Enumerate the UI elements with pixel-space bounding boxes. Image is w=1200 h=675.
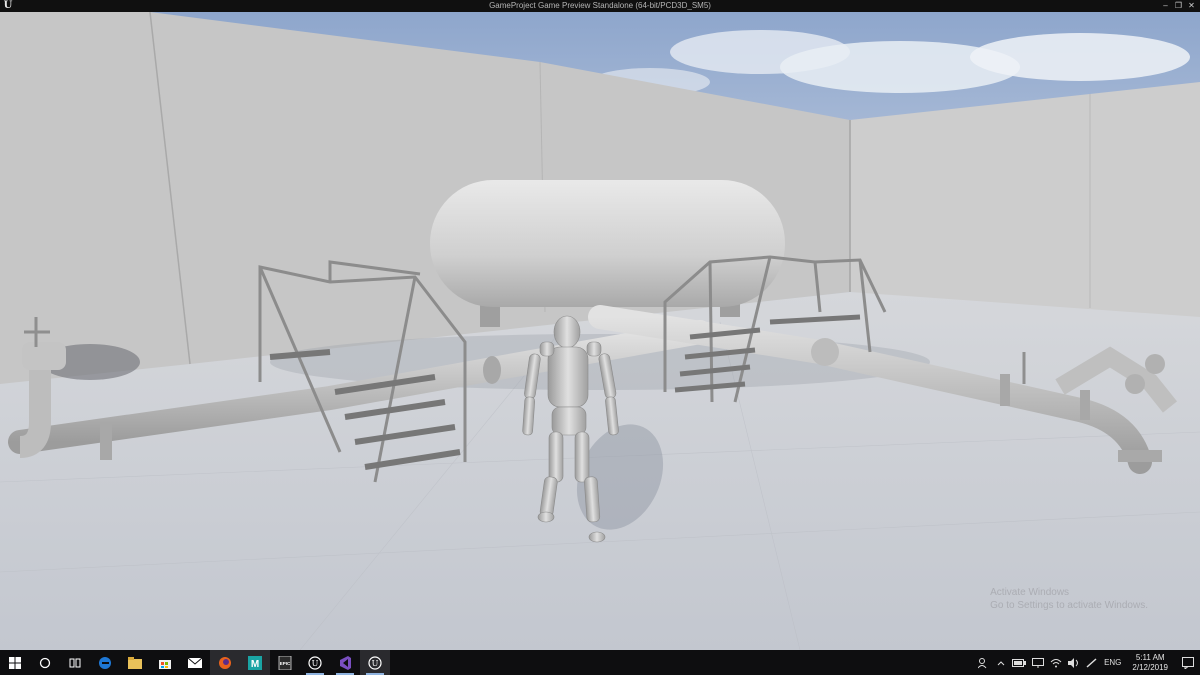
svg-text:U: U (372, 659, 379, 668)
taskbar-file-explorer[interactable] (120, 650, 150, 675)
volume-icon[interactable] (1065, 650, 1083, 675)
monitor-icon[interactable] (1029, 650, 1047, 675)
edge-icon (99, 656, 111, 669)
start-button[interactable] (0, 650, 30, 675)
taskbar-unreal-game[interactable]: U (360, 650, 390, 675)
taskbar-epic-launcher[interactable]: EPIC (270, 650, 300, 675)
clock[interactable]: 5:11 AM 2/12/2019 (1124, 653, 1176, 673)
close-button[interactable]: ✕ (1185, 0, 1198, 12)
epic-label: EPIC (280, 661, 291, 666)
wifi-icon[interactable] (1047, 650, 1065, 675)
mail-icon (188, 657, 202, 668)
taskbar-unreal-editor[interactable]: U (300, 650, 330, 675)
taskbar: M EPIC U U ENG 5:11 AM 2/12/2019 (0, 650, 1200, 675)
battery-icon[interactable] (1009, 650, 1029, 675)
firefox-icon (219, 656, 231, 669)
clock-date: 2/12/2019 (1132, 662, 1168, 672)
chevron-up-icon[interactable] (993, 650, 1009, 675)
taskbar-visual-studio[interactable] (330, 650, 360, 675)
epic-icon: EPIC (278, 655, 292, 670)
right-wall (850, 82, 1200, 317)
visual-studio-icon (340, 655, 351, 670)
task-view-icon (69, 658, 81, 667)
svg-text:U: U (312, 659, 319, 668)
activation-watermark: Activate Windows Go to Settings to activ… (990, 586, 1148, 612)
action-center-button[interactable] (1176, 650, 1200, 675)
minimize-button[interactable]: – (1159, 0, 1172, 12)
unreal-icon: U (308, 655, 322, 670)
unreal-icon: U (368, 655, 382, 670)
game-window: U GameProject Game Preview Standalone (6… (0, 0, 1200, 675)
taskbar-firefox[interactable] (210, 650, 240, 675)
task-view-button[interactable] (60, 650, 90, 675)
folder-icon (128, 656, 142, 669)
clock-time: 5:11 AM (1135, 652, 1165, 662)
taskbar-mail[interactable] (180, 650, 210, 675)
watermark-line-1: Activate Windows (990, 587, 1070, 598)
maximize-button[interactable]: ❐ (1172, 0, 1185, 12)
watermark-line-2: Go to Settings to activate Windows. (990, 600, 1148, 611)
taskbar-store[interactable] (150, 650, 180, 675)
storage-tank (430, 180, 785, 327)
circle-icon (39, 657, 51, 668)
taskbar-edge[interactable] (90, 650, 120, 675)
windows-logo-icon (9, 656, 21, 669)
scene-render (0, 12, 1200, 650)
taskbar-maya[interactable]: M (240, 650, 270, 675)
search-button[interactable] (30, 650, 60, 675)
notification-icon (1182, 656, 1194, 669)
language-indicator[interactable]: ENG (1101, 650, 1124, 675)
store-bag-icon (159, 659, 171, 669)
maya-label: M (251, 659, 259, 670)
window-title: GameProject Game Preview Standalone (64-… (489, 1, 711, 10)
game-viewport[interactable]: Activate Windows Go to Settings to activ… (0, 12, 1200, 650)
pen-icon[interactable] (1083, 650, 1101, 675)
system-tray: ENG 5:11 AM 2/12/2019 (975, 650, 1200, 675)
title-bar[interactable]: U GameProject Game Preview Standalone (6… (0, 0, 1200, 12)
people-icon[interactable] (975, 650, 993, 675)
window-controls: – ❐ ✕ (1159, 0, 1198, 12)
maya-icon: M (248, 655, 262, 670)
